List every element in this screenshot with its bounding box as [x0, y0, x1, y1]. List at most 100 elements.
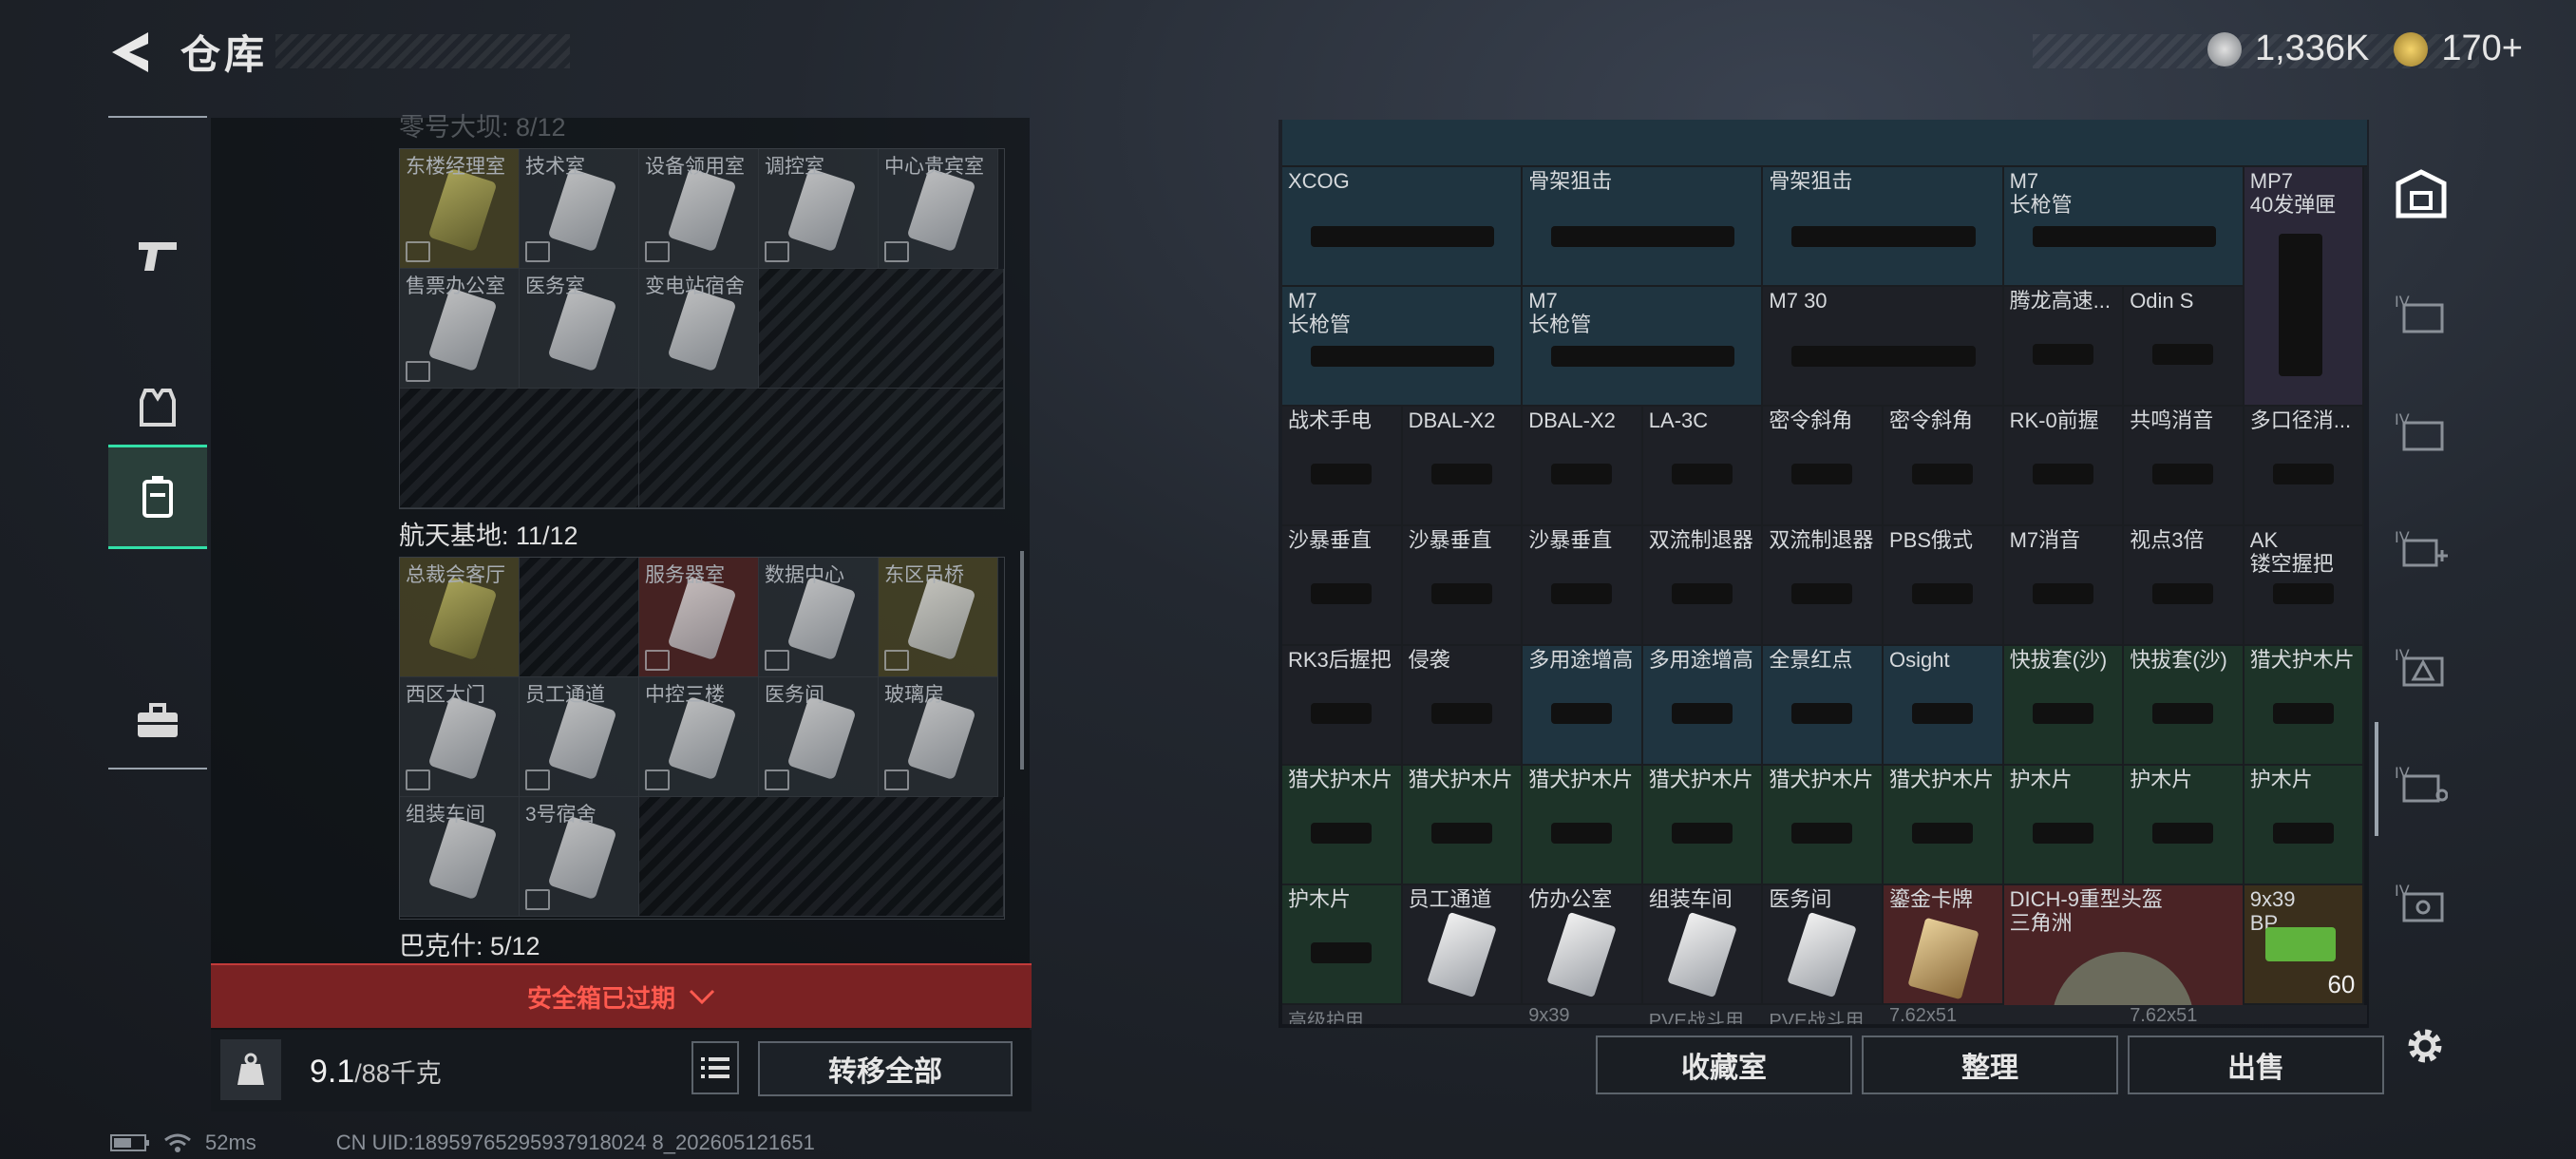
stash-item[interactable]: 双流制退器 [1763, 526, 1884, 646]
stash-item[interactable]: 视点3倍 [2124, 526, 2245, 646]
stash-item[interactable]: 密令斜角 [1763, 407, 1884, 526]
stash-item[interactable]: M7 长枪管 [1523, 287, 1764, 407]
key-slot[interactable]: 总裁会客厅 [400, 558, 520, 677]
stash-item[interactable]: DBAL-X2 [1523, 407, 1643, 526]
stash-item[interactable]: 猎犬护木片 [1763, 766, 1884, 885]
stash-item[interactable]: 9x39 BP 60 [2244, 885, 2365, 1005]
stash-item[interactable]: 沙暴垂直 [1523, 526, 1643, 646]
stash-item[interactable]: 多口径消... [2244, 407, 2365, 526]
sort-button[interactable]: 整理 [1862, 1036, 2118, 1094]
key-slot[interactable]: 医务室 [520, 269, 639, 389]
key-slot[interactable]: 医务间 [759, 677, 879, 797]
stash-scrollbar[interactable] [2375, 722, 2378, 836]
key-slot[interactable]: 玻璃房 [879, 677, 998, 797]
stash-item[interactable]: AK 镂空握把 [2244, 526, 2365, 646]
key-slot[interactable]: 3号宿舍 [520, 797, 639, 917]
settings-button[interactable] [2401, 1022, 2449, 1070]
stash-item[interactable]: 多用途增高 [1642, 646, 1764, 766]
key-slot[interactable]: 西区大门 [400, 677, 520, 797]
transfer-all-button[interactable]: 转移全部 [758, 1041, 1013, 1096]
stash-item[interactable]: 共鸣消音 [2124, 407, 2245, 526]
stash-item[interactable]: 员工通道 [1402, 885, 1524, 1005]
stash-item-name: 仿办公室 [1528, 887, 1613, 911]
key-slot[interactable]: 售票办公室 [400, 269, 520, 389]
safebox-tab[interactable] [2380, 142, 2462, 247]
stash-item[interactable]: 腾龙高速... [2003, 287, 2125, 407]
stash-item[interactable]: 双流制退器 [1642, 526, 1764, 646]
stash-item[interactable]: 骨架狙击 [1523, 167, 1764, 287]
stash-item[interactable]: RK-0前握 [2003, 407, 2125, 526]
stash-item[interactable]: 骨架狙击 [1763, 167, 2004, 287]
stash-item-image [1430, 464, 1492, 484]
stash-item[interactable]: 护木片 [2003, 766, 2125, 885]
key-slot[interactable]: 变电站宿舍 [639, 269, 759, 389]
key-slot[interactable]: 组装车间 [400, 797, 520, 917]
stash-item[interactable]: 组装车间 [1642, 885, 1764, 1005]
case-tab[interactable]: IV [2380, 260, 2462, 365]
case-tab[interactable]: IV [2380, 378, 2462, 483]
stash-item[interactable]: Osight [1884, 646, 2004, 766]
case-tab[interactable]: IV [2380, 849, 2462, 954]
stash-item[interactable]: M7 长枪管 [2003, 167, 2245, 287]
key-slot[interactable]: 东楼经理室 [400, 149, 520, 269]
left-scrollbar[interactable] [1020, 551, 1024, 770]
stash-item[interactable]: 护木片 [2244, 766, 2365, 885]
stash-item[interactable]: 猎犬护木片 [1282, 766, 1403, 885]
key-slot[interactable]: 东区吊桥 [879, 558, 998, 677]
stash-item[interactable]: 猎犬护木片 [1523, 766, 1643, 885]
stash-item[interactable]: XCOG [1282, 167, 1524, 287]
stash-item[interactable]: 仿办公室 [1523, 885, 1643, 1005]
stash-item[interactable]: 侵袭 [1402, 646, 1524, 766]
stash-item[interactable]: Odin S [2124, 287, 2245, 407]
stash-item[interactable]: 多用途增高 [1523, 646, 1643, 766]
key-slot[interactable]: 服务器室 [639, 558, 759, 677]
stash-item[interactable]: 猎犬护木片 [2244, 646, 2365, 766]
stash-item[interactable]: 沙暴垂直 [1282, 526, 1403, 646]
stash-item[interactable]: MP7 40发弹匣 [2244, 167, 2365, 407]
key-slot[interactable]: 中心贵宾室 [879, 149, 998, 269]
key-slot[interactable]: 中控三楼 [639, 677, 759, 797]
stash-item[interactable]: 猎犬护木片 [1402, 766, 1524, 885]
case-tab[interactable]: IV [2380, 732, 2462, 836]
stash-item[interactable]: M7消音 [2003, 526, 2125, 646]
stash-item[interactable]: 快拔套(沙) [2124, 646, 2245, 766]
key-slot[interactable]: 数据中心 [759, 558, 879, 677]
stash-item[interactable]: PBS俄式 [1884, 526, 2004, 646]
stash-item[interactable]: LA-3C [1642, 407, 1764, 526]
safebox-expired-banner[interactable]: 安全箱已过期 [211, 963, 1032, 1028]
stash-item[interactable]: 猎犬护木片 [1884, 766, 2004, 885]
nav-weapons[interactable] [108, 184, 207, 327]
nav-keys[interactable] [108, 445, 207, 549]
section-header-base: 航天基地: 11/12 [399, 522, 578, 550]
key-slot[interactable]: 设备领用室 [639, 149, 759, 269]
stash-item[interactable]: 战术手电 [1282, 407, 1403, 526]
key-slot[interactable]: 调控室 [759, 149, 879, 269]
case-tab[interactable]: IV [2380, 496, 2462, 600]
stash-item[interactable]: RK3后握把 [1282, 646, 1403, 766]
stash-item[interactable]: 密令斜角 [1884, 407, 2004, 526]
stash-item[interactable]: 医务间 [1763, 885, 1884, 1005]
stash-item[interactable]: DBAL-X2 [1402, 407, 1524, 526]
collection-room-button[interactable]: 收藏室 [1596, 1036, 1852, 1094]
stash-item[interactable]: 护木片 [2124, 766, 2245, 885]
stash-item-name: 组装车间 [1648, 887, 1733, 911]
stash-item[interactable]: 猎犬护木片 [1642, 766, 1764, 885]
stash-item-name: 密令斜角 [1889, 408, 1974, 432]
gold-currency-value[interactable]: 170+ [2441, 28, 2523, 69]
stash-item[interactable]: 护木片 [1282, 885, 1403, 1005]
nav-toolbox[interactable] [108, 650, 207, 792]
stash-item-image [1912, 583, 1973, 604]
key-slot[interactable]: 员工通道 [520, 677, 639, 797]
stash-item[interactable]: M7 长枪管 [1282, 287, 1524, 407]
back-button[interactable] [106, 27, 156, 78]
stash-item[interactable]: 快拔套(沙) [2003, 646, 2125, 766]
case-tab[interactable]: IV [2380, 614, 2462, 718]
key-slot[interactable]: 技术室 [520, 149, 639, 269]
sell-button[interactable]: 出售 [2128, 1036, 2384, 1094]
list-view-button[interactable] [691, 1041, 739, 1094]
stash-item[interactable]: 鎏金卡牌 [1884, 885, 2004, 1005]
stash-item[interactable]: 沙暴垂直 [1402, 526, 1524, 646]
stash-item[interactable]: M7 30 [1763, 287, 2004, 407]
stash-item[interactable]: DICH-9重型头盔 三角洲 [2003, 885, 2245, 1024]
stash-item[interactable]: 全景红点 [1763, 646, 1884, 766]
